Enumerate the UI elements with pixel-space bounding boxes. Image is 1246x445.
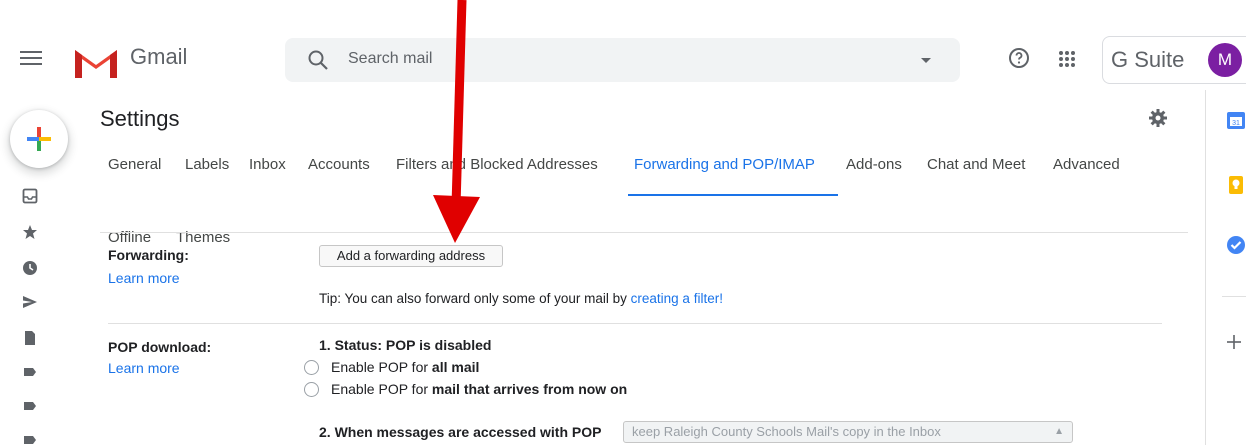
avatar[interactable]: M [1208, 43, 1242, 77]
compose-button[interactable] [10, 110, 68, 168]
pop-download-label: POP download: [108, 339, 212, 355]
starred-icon[interactable] [22, 224, 38, 240]
radio-button[interactable] [304, 382, 319, 397]
label-icon[interactable] [22, 398, 38, 414]
select-value: keep Raleigh County Schools Mail's copy … [632, 424, 941, 439]
pop-option-all-mail[interactable]: Enable POP for all mail [304, 359, 479, 375]
right-rail-divider [1205, 90, 1206, 445]
divider [100, 232, 1188, 233]
tab-accounts[interactable]: Accounts [308, 156, 370, 173]
tab-addons[interactable]: Add-ons [846, 156, 902, 173]
tab-general[interactable]: General [108, 156, 161, 173]
keep-icon[interactable] [1226, 175, 1246, 195]
inbox-icon[interactable] [22, 188, 38, 204]
drafts-icon[interactable] [22, 330, 38, 346]
forwarding-learn-more-link[interactable]: Learn more [108, 270, 180, 286]
pop-status: 1. Status: POP is disabled [319, 337, 492, 353]
tab-forwarding[interactable]: Forwarding and POP/IMAP [634, 156, 815, 173]
calendar-icon[interactable]: 31 [1226, 110, 1246, 130]
tasks-icon[interactable] [1226, 235, 1246, 255]
top-bar: Gmail Search mail G Suite M [0, 0, 1246, 90]
option-bold-text: all mail [431, 359, 480, 375]
annotation-arrow-icon [433, 0, 480, 243]
main-menu-icon[interactable] [20, 48, 42, 70]
option-text: Enable POP for [331, 359, 432, 375]
option-text: Enable POP for [331, 381, 432, 397]
app-name: Gmail [130, 44, 188, 69]
forwarding-tip: Tip: You can also forward only some of y… [319, 291, 723, 306]
tab-inbox[interactable]: Inbox [249, 156, 286, 173]
forwarding-label: Forwarding: [108, 247, 189, 263]
creating-filter-link[interactable]: creating a filter! [631, 291, 723, 306]
pop-access-select[interactable]: keep Raleigh County Schools Mail's copy … [623, 421, 1073, 443]
add-forwarding-address-button[interactable]: Add a forwarding address [319, 245, 503, 267]
select-arrows-icon: ▲▼ [1054, 426, 1064, 437]
apps-grid-icon[interactable] [1058, 50, 1076, 68]
tab-chat-meet[interactable]: Chat and Meet [927, 156, 1025, 173]
search-options-icon[interactable] [921, 58, 931, 63]
divider [1222, 296, 1246, 297]
divider [108, 323, 1162, 324]
account-switcher[interactable]: G Suite M [1102, 36, 1246, 84]
svg-text:31: 31 [1232, 120, 1240, 127]
tip-text: Tip: You can also forward only some of y… [319, 291, 631, 306]
radio-button[interactable] [304, 360, 319, 375]
option-bold-text: mail that arrives from now on [431, 381, 628, 397]
tab-advanced[interactable]: Advanced [1053, 156, 1120, 173]
pop-option-from-now[interactable]: Enable POP for mail that arrives from no… [304, 381, 627, 397]
label-icon[interactable] [22, 432, 38, 445]
settings-gear-icon[interactable] [1148, 108, 1168, 128]
label-icon[interactable] [22, 364, 38, 380]
sent-icon[interactable] [22, 294, 38, 310]
pop-learn-more-link[interactable]: Learn more [108, 360, 180, 376]
search-bar[interactable]: Search mail [285, 38, 960, 82]
gmail-logo-icon[interactable] [72, 44, 120, 80]
tab-labels[interactable]: Labels [185, 156, 229, 173]
help-icon[interactable] [1007, 46, 1031, 70]
compose-plus-icon [27, 127, 51, 151]
pop-access-label: 2. When messages are accessed with POP [319, 424, 602, 440]
add-addon-icon[interactable] [1226, 334, 1242, 350]
page-title: Settings [100, 106, 180, 131]
snoozed-icon[interactable] [22, 260, 38, 276]
suite-label: G Suite [1111, 47, 1185, 72]
search-icon[interactable] [307, 49, 329, 71]
active-tab-indicator [628, 194, 838, 196]
